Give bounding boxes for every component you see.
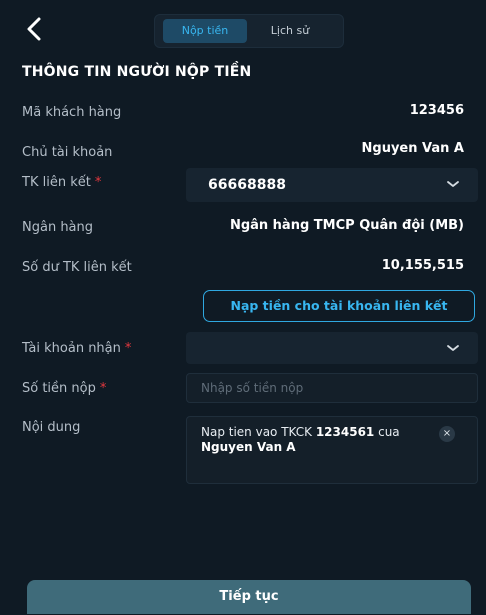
content-textarea[interactable]: Nap tien vao TKCK 1234561 cua Nguyen Van… (186, 416, 478, 484)
content-label: Nội dung (22, 420, 81, 435)
deposit-linked-account-button[interactable]: Nạp tiền cho tài khoản liên kết (203, 290, 475, 322)
section-title: THÔNG TIN NGƯỜI NỘP TIỀN (22, 64, 252, 80)
amount-input[interactable] (186, 373, 478, 403)
required-mark: * (99, 381, 107, 396)
linked-balance-label: Số dư TK liên kết (22, 260, 132, 275)
linked-account-label: TK liên kết * (22, 175, 102, 190)
linked-account-select[interactable]: 66668888 (186, 168, 478, 202)
top-bar: Nộp tiền Lịch sử (0, 0, 486, 58)
linked-account-value: 66668888 (208, 177, 286, 193)
tab-deposit[interactable]: Nộp tiền (163, 19, 247, 43)
content-account-number: 1234561 (315, 425, 375, 439)
customer-code-label: Mã khách hàng (22, 105, 122, 120)
receiving-account-select[interactable] (186, 332, 478, 364)
content-text: Nap tien vao TKCK 1234561 cua Nguyen Van… (201, 425, 400, 454)
bottom-bar: Tiếp tục (0, 564, 486, 615)
chevron-down-icon (447, 345, 459, 351)
receiving-account-label: Tài khoản nhận * (22, 341, 132, 356)
account-holder-label: Chủ tài khoản (22, 145, 113, 160)
tab-switcher: Nộp tiền Lịch sử (154, 14, 344, 48)
customer-code-value: 123456 (409, 103, 464, 118)
amount-label: Số tiền nộp * (22, 381, 107, 396)
content-name: Nguyen Van A (201, 440, 296, 454)
clear-content-button[interactable]: × (439, 426, 455, 442)
tab-history[interactable]: Lịch sử (255, 19, 325, 43)
back-button[interactable] (22, 14, 48, 44)
bank-value: Ngân hàng TMCP Quân đội (MB) (229, 218, 464, 233)
account-holder-value: Nguyen Van A (361, 141, 464, 156)
required-mark: * (124, 341, 132, 356)
chevron-left-icon (27, 17, 41, 41)
continue-button[interactable]: Tiếp tục (27, 580, 471, 614)
linked-balance-value: 10,155,515 (381, 258, 464, 273)
chevron-down-icon (447, 181, 459, 187)
bank-label: Ngân hàng (22, 220, 94, 235)
required-mark: * (94, 175, 102, 190)
